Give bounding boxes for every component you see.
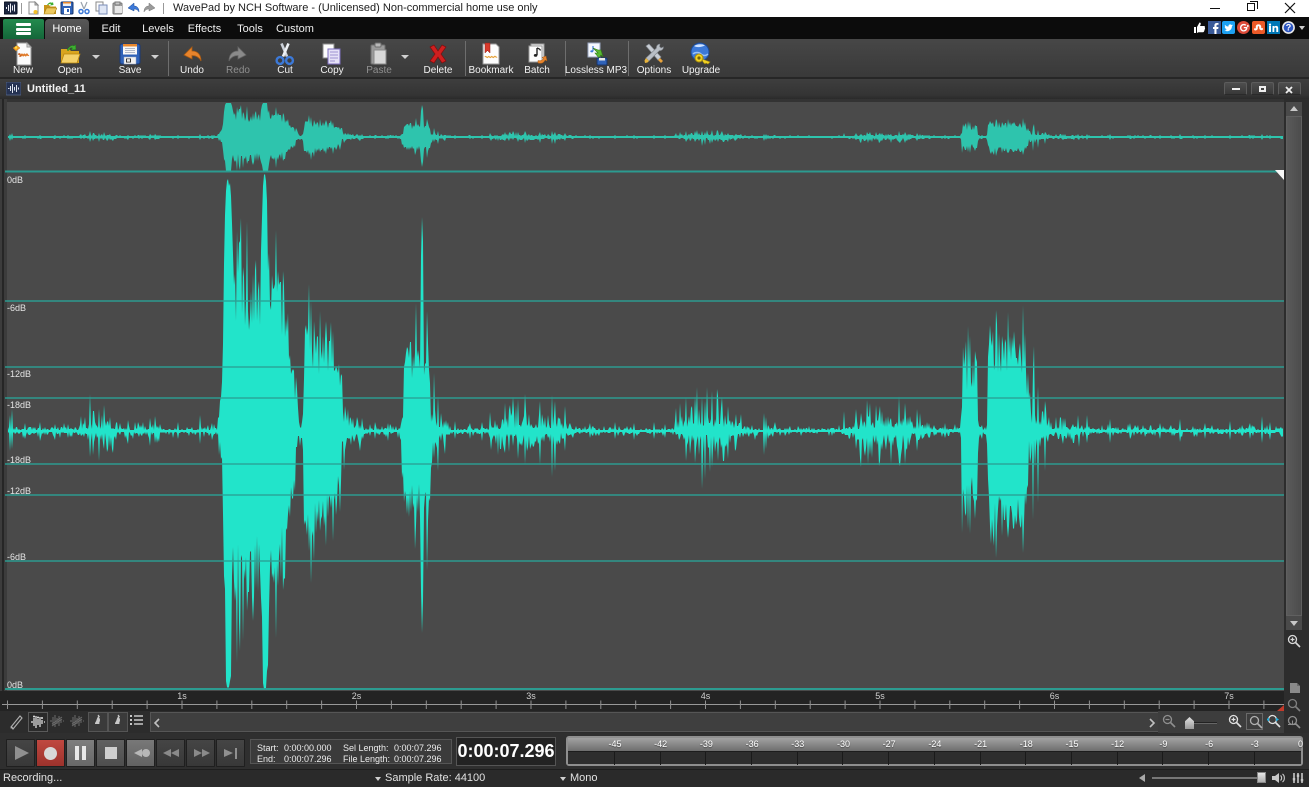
svg-text:0dB: 0dB <box>7 680 23 690</box>
svg-text:4s: 4s <box>701 691 711 701</box>
svg-text:-6dB: -6dB <box>7 552 26 562</box>
svg-text:1s: 1s <box>177 691 187 701</box>
svg-text:5s: 5s <box>875 691 885 701</box>
svg-text:0dB: 0dB <box>7 175 23 185</box>
svg-text:-18dB: -18dB <box>7 455 31 465</box>
svg-text:2s: 2s <box>352 691 362 701</box>
svg-text:6s: 6s <box>1050 691 1060 701</box>
svg-text:?: ? <box>1286 23 1292 33</box>
svg-text:-18dB: -18dB <box>7 400 31 410</box>
svg-text:-6dB: -6dB <box>7 303 26 313</box>
svg-text:7s: 7s <box>1224 691 1234 701</box>
svg-text:3s: 3s <box>526 691 536 701</box>
svg-text:-12dB: -12dB <box>7 369 31 379</box>
svg-text:-12dB: -12dB <box>7 486 31 496</box>
